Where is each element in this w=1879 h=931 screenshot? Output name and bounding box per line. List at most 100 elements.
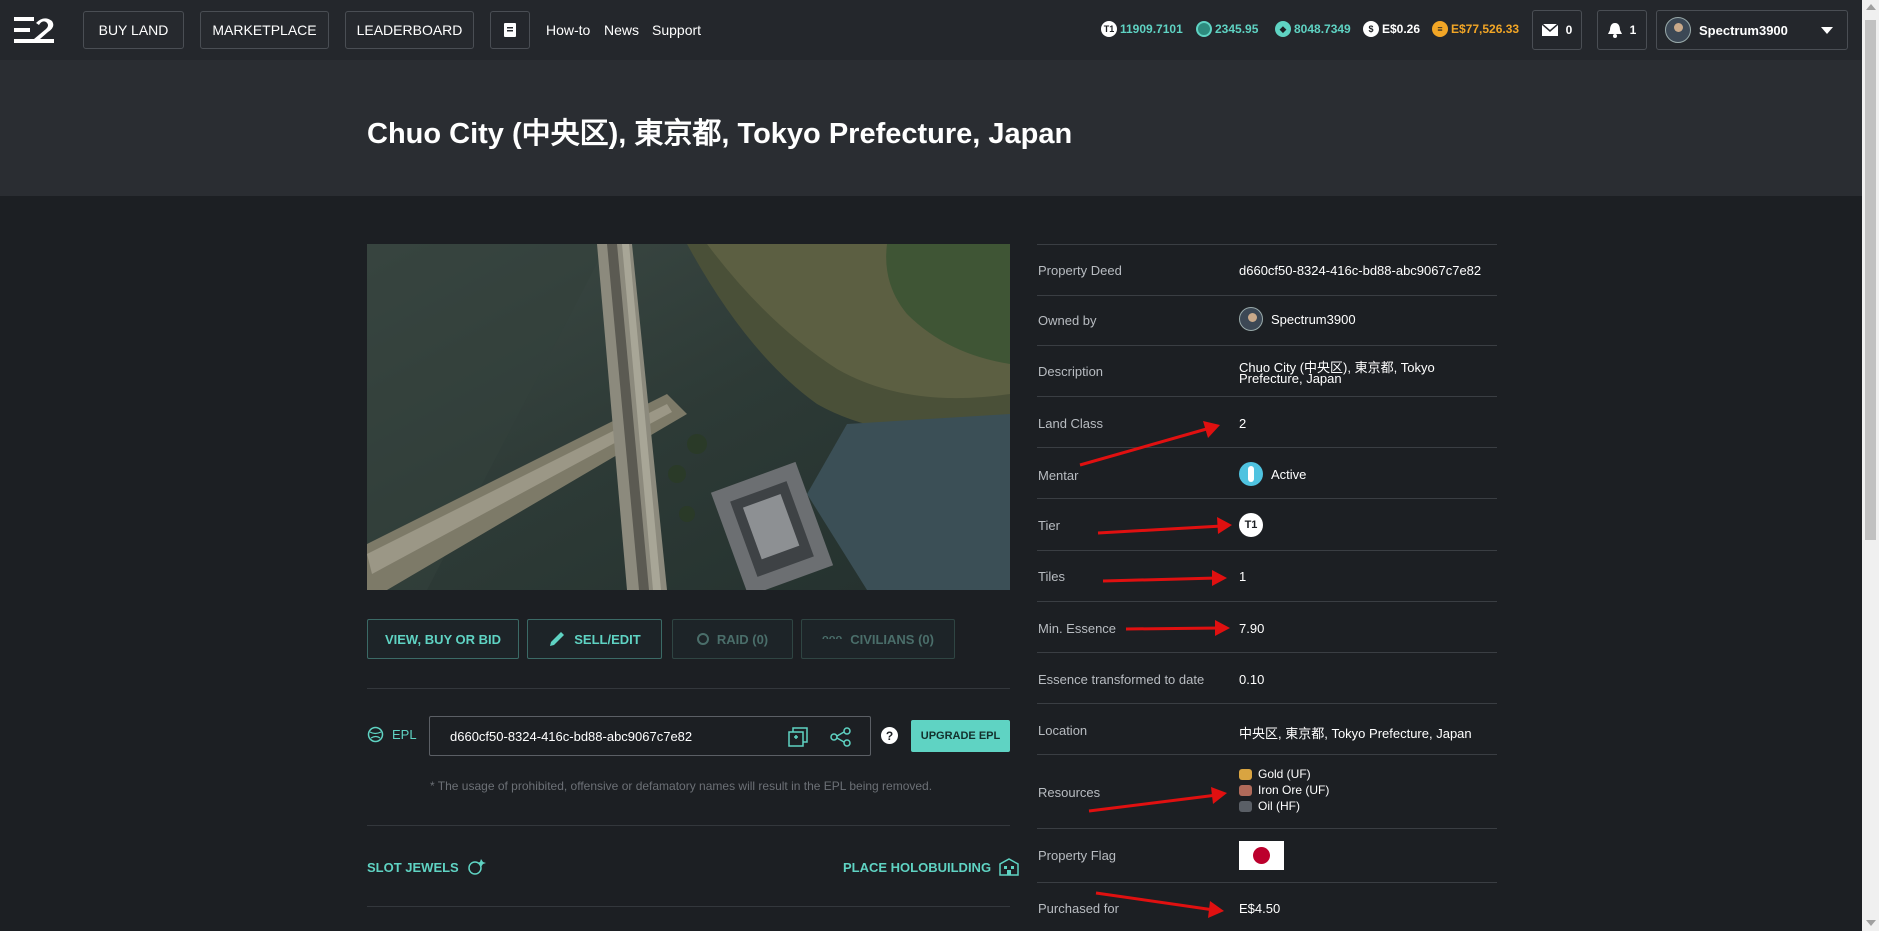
table-row-divider <box>1037 652 1497 653</box>
land-class-value: 2 <box>1239 416 1247 431</box>
annotation-arrow <box>1097 517 1232 535</box>
howto-link[interactable]: How-to <box>546 22 590 38</box>
notifications-button[interactable]: 1 <box>1597 10 1647 50</box>
t1-balance[interactable]: T1 11909.7101 <box>1101 21 1183 37</box>
table-row-divider <box>1037 396 1497 397</box>
table-row-divider <box>1037 244 1497 245</box>
buy-land-button[interactable]: BUY LAND <box>83 11 184 49</box>
essence-balance[interactable]: ◆ 8048.7349 <box>1275 21 1351 37</box>
globe-icon <box>367 726 384 743</box>
tier-badge: T1 <box>1239 513 1263 537</box>
annotation-arrow <box>1088 787 1227 813</box>
jewel-icon <box>467 859 486 875</box>
annotation-arrow <box>1125 620 1230 636</box>
oil-resource-icon <box>1239 800 1252 812</box>
gold-balance[interactable]: ≡ E$77,526.33 <box>1432 21 1519 37</box>
annotation-arrow <box>1079 421 1220 467</box>
view-buy-bid-button[interactable]: VIEW, BUY OR BID <box>367 619 519 659</box>
description-label: Description <box>1038 364 1104 379</box>
leaderboard-button[interactable]: LEADERBOARD <box>345 11 474 49</box>
property-satellite-image <box>367 244 1010 590</box>
gem-balance[interactable]: 2345.95 <box>1196 21 1258 37</box>
resources-list: Gold (UF) Iron Ore (UF) Oil (HF) <box>1239 767 1329 813</box>
share-icon[interactable] <box>830 727 852 747</box>
e2-logo[interactable] <box>14 17 56 43</box>
essence-transformed-value: 0.10 <box>1239 672 1265 687</box>
mail-icon <box>1541 24 1558 36</box>
location-label: Location <box>1038 723 1088 738</box>
tiles-value: 1 <box>1239 569 1247 584</box>
table-row-divider <box>1037 882 1497 883</box>
bell-icon <box>1607 22 1622 38</box>
essence-transformed-label: Essence transformed to date <box>1038 672 1205 687</box>
table-row-divider <box>1037 345 1497 346</box>
user-menu[interactable]: Spectrum3900 <box>1656 10 1848 50</box>
scroll-down-icon[interactable] <box>1866 920 1876 926</box>
description-value-cont: Prefecture, Japan <box>1239 371 1342 386</box>
annotation-arrow <box>1102 570 1227 586</box>
purchased-for-value: E$4.50 <box>1239 901 1281 916</box>
epl-help-button[interactable]: ? <box>881 727 898 744</box>
support-link[interactable]: Support <box>652 22 701 38</box>
table-row-divider <box>1037 754 1497 755</box>
scrollbar-thumb[interactable] <box>1865 20 1876 540</box>
gold-coin-icon: ≡ <box>1432 21 1448 37</box>
chevron-down-icon <box>1821 27 1833 34</box>
epl-field[interactable]: d660cf50-8324-416c-bd88-abc9067c7e82 <box>429 716 871 756</box>
avatar <box>1665 17 1691 43</box>
japan-flag-icon[interactable] <box>1239 841 1284 870</box>
table-row-divider <box>1037 601 1497 602</box>
gold-resource-icon <box>1239 768 1252 780</box>
mentar-icon <box>1239 462 1263 486</box>
tiles-label: Tiles <box>1038 569 1065 584</box>
pencil-icon <box>550 632 565 646</box>
slot-jewels-button[interactable]: SLOT JEWELS <box>367 858 487 876</box>
tier-label: Tier <box>1038 518 1060 533</box>
property-deed-value: d660cf50-8324-416c-bd88-abc9067c7e82 <box>1239 263 1482 278</box>
location-value: 中央区, 東京都, Tokyo Prefecture, Japan <box>1239 726 1472 741</box>
min-essence-label: Min. Essence <box>1038 621 1117 636</box>
sell-edit-button[interactable]: SELL/EDIT <box>527 619 662 659</box>
scroll-up-icon[interactable] <box>1866 4 1876 10</box>
divider <box>367 906 1010 907</box>
divider <box>367 825 1010 826</box>
dollar-icon: $ <box>1363 21 1379 37</box>
mail-button[interactable]: 0 <box>1532 10 1582 50</box>
upgrade-epl-button[interactable]: UPGRADE EPL <box>911 720 1010 752</box>
usd-balance[interactable]: $ E$0.26 <box>1363 21 1420 37</box>
list-item: Oil (HF) <box>1239 799 1329 813</box>
iron-ore-resource-icon <box>1239 784 1252 796</box>
epl-label: EPL <box>367 726 417 743</box>
property-flag-label: Property Flag <box>1038 848 1117 863</box>
raid-button[interactable]: RAID (0) <box>672 619 793 659</box>
raid-icon <box>696 633 709 645</box>
owner-link[interactable]: Spectrum3900 <box>1239 307 1356 331</box>
news-link[interactable]: News <box>604 22 639 38</box>
mentar-value: Active <box>1239 462 1306 486</box>
owned-by-label: Owned by <box>1038 313 1097 328</box>
list-item: Gold (UF) <box>1239 767 1329 781</box>
table-row-divider <box>1037 828 1497 829</box>
owner-avatar <box>1239 307 1263 331</box>
mentar-label: Mentar <box>1038 468 1079 483</box>
building-icon <box>999 858 1019 876</box>
property-deed-label: Property Deed <box>1038 263 1122 278</box>
t1-icon: T1 <box>1101 21 1117 37</box>
table-row-divider <box>1037 703 1497 704</box>
table-row-divider <box>1037 498 1497 499</box>
document-icon <box>504 23 516 37</box>
civilians-button[interactable]: ᴖᴖᴖ CIVILIANS (0) <box>801 619 955 659</box>
page-title: Chuo City (中央区), 東京都, Tokyo Prefecture, … <box>367 118 1073 150</box>
place-holobuilding-button[interactable]: PLACE HOLOBUILDING <box>843 858 1019 876</box>
marketplace-button[interactable]: MARKETPLACE <box>200 11 329 49</box>
essence-icon: ◆ <box>1275 21 1291 37</box>
annotation-arrow <box>1095 891 1224 918</box>
table-row-divider <box>1037 295 1497 296</box>
divider <box>367 688 1010 689</box>
copy-icon[interactable] <box>788 727 808 747</box>
journal-button[interactable] <box>490 11 530 49</box>
civilians-icon: ᴖᴖᴖ <box>822 633 843 645</box>
gem-icon <box>1196 21 1212 37</box>
min-essence-value: 7.90 <box>1239 621 1265 636</box>
epl-disclaimer: * The usage of prohibited, offensive or … <box>430 779 933 793</box>
